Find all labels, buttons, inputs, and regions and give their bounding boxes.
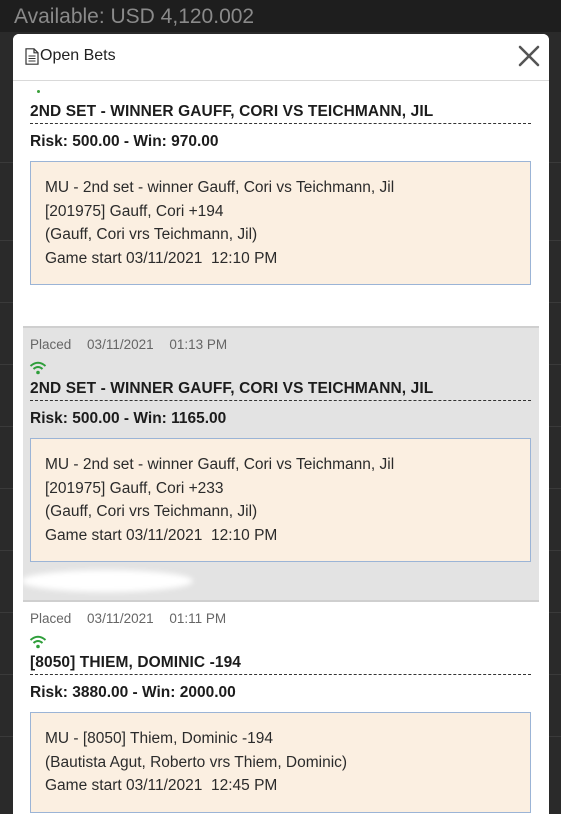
placed-label: Placed <box>30 337 72 352</box>
redaction-mark <box>21 570 193 592</box>
detail-line: MU - 2nd set - winner Gauff, Cori vs Tei… <box>45 456 395 473</box>
bet-card: 2ND SET - WINNER GAUFF, CORI VS TEICHMAN… <box>23 90 539 328</box>
close-icon[interactable] <box>513 40 545 72</box>
bet-title[interactable]: 2ND SET - WINNER GAUFF, CORI VS TEICHMAN… <box>30 380 531 401</box>
wifi-icon <box>29 361 47 375</box>
open-bets-modal: Open Bets 2ND SET - WINNER GAUFF, CORI V… <box>13 34 549 814</box>
risk-win: Risk: 3880.00 - Win: 2000.00 <box>30 684 236 701</box>
detail-line: MU - 2nd set - winner Gauff, Cori vs Tei… <box>45 179 395 196</box>
detail-line: Game start 03/11/2021 12:10 PM <box>45 249 278 267</box>
bet-title[interactable]: 2ND SET - WINNER GAUFF, CORI VS TEICHMAN… <box>30 103 531 124</box>
bet-meta: Placed 03/11/2021 01:11 PM <box>23 602 539 629</box>
placed-label: Placed <box>30 611 72 626</box>
status-dot <box>37 90 40 93</box>
detail-line: Game start 03/11/2021 12:45 PM <box>45 777 278 794</box>
document-icon <box>25 47 39 65</box>
detail-line: Game start 03/11/2021 12:10 PM <box>45 526 278 544</box>
detail-line: (Bautista Agut, Roberto vrs Thiem, Domin… <box>45 753 348 771</box>
bet-detail-box: MU - 2nd set - winner Gauff, Cori vs Tei… <box>30 438 531 562</box>
placed-date: 03/11/2021 <box>87 611 154 626</box>
detail-line: MU - [8050] Thiem, Dominic -194 <box>45 730 273 747</box>
bet-detail-box: MU - [8050] Thiem, Dominic -194 (Bautist… <box>30 712 531 813</box>
placed-time: 01:13 PM <box>169 337 228 352</box>
wifi-icon <box>29 635 47 649</box>
bet-card: Placed 03/11/2021 01:13 PM 2ND SET - WIN… <box>21 328 539 602</box>
risk-win: Risk: 500.00 - Win: 1165.00 <box>30 410 227 427</box>
bet-meta: Placed 03/11/2021 01:13 PM <box>23 328 539 355</box>
modal-header: Open Bets <box>13 34 549 81</box>
detail-line: [201975] Gauff, Cori +194 <box>45 202 224 220</box>
bet-card: Placed 03/11/2021 01:11 PM [8050] THIEM,… <box>23 602 539 814</box>
placed-time: 01:11 PM <box>169 611 227 626</box>
detail-line: (Gauff, Cori vrs Teichmann, Jil) <box>45 503 258 520</box>
detail-line: [201975] Gauff, Cori +233 <box>45 479 224 497</box>
placed-date: 03/11/2021 <box>87 337 154 352</box>
risk-win: Risk: 500.00 - Win: 970.00 <box>30 133 219 150</box>
available-balance: Available: USD 4,120.002 <box>0 0 561 32</box>
detail-line: (Gauff, Cori vrs Teichmann, Jil) <box>45 226 258 243</box>
modal-title: Open Bets <box>40 47 116 64</box>
bet-detail-box: MU - 2nd set - winner Gauff, Cori vs Tei… <box>30 161 531 285</box>
bet-title[interactable]: [8050] THIEM, DOMINIC -194 <box>30 654 531 675</box>
